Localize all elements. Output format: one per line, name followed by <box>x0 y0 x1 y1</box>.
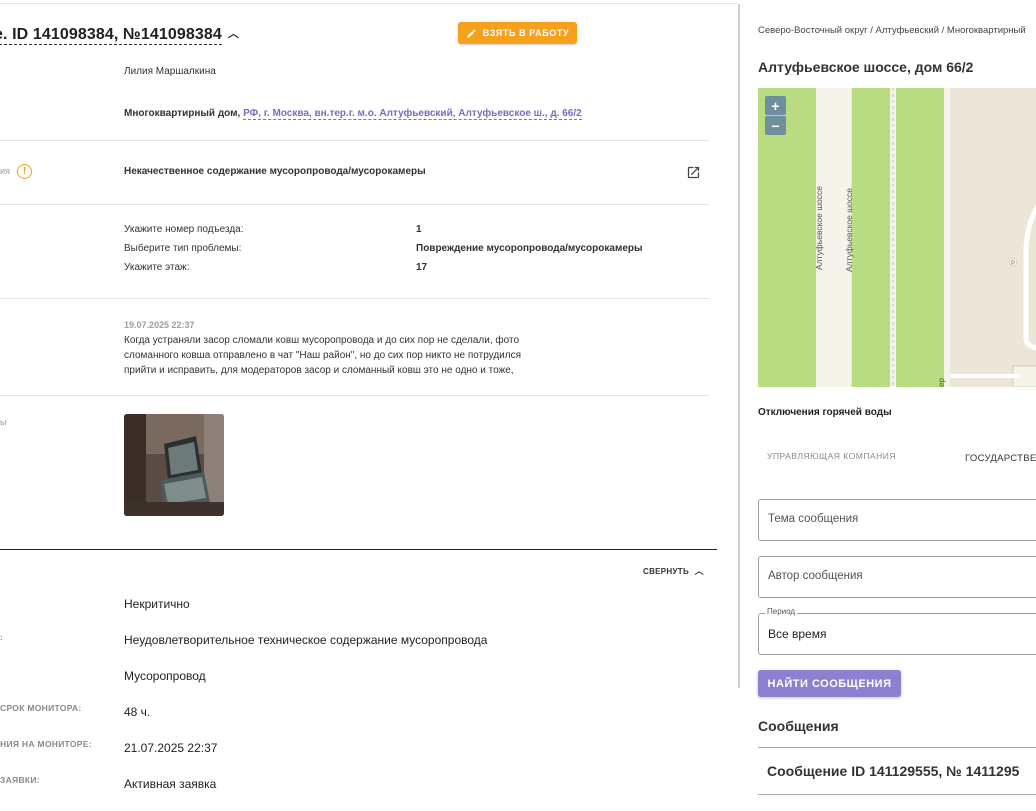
address-link[interactable]: РФ, г. Москва, вн.тер.г. м.о. Алтуфьевск… <box>243 108 582 120</box>
period-label: Период <box>765 607 798 616</box>
divider <box>0 298 709 299</box>
field-label-reason: : <box>0 632 4 642</box>
pencil-icon <box>467 28 476 38</box>
field-value-status: Активная заявка <box>124 777 217 791</box>
zoom-out-button[interactable]: − <box>765 116 786 135</box>
author-name: Лилия Маршалкина <box>124 66 216 77</box>
top-border <box>0 3 738 4</box>
divider <box>758 794 1036 795</box>
detail-value-floor: 17 <box>416 262 428 273</box>
collapse-label: СВЕРНУТЬ <box>643 567 690 576</box>
messages-heading: Сообщения <box>758 718 839 734</box>
tab-state[interactable]: ГОСУДАРСТВЕ <box>965 453 1036 464</box>
field-label-status: ЗАЯВКИ: <box>0 775 40 785</box>
detail-label-floor: Укажите этаж: <box>124 262 190 273</box>
divider <box>0 204 709 205</box>
map[interactable]: P Алтуфьевское шоссе Алтуфьевское шоссе … <box>758 88 1036 387</box>
map-poi-label: P <box>1011 261 1015 267</box>
message-subject-field[interactable]: Тема сообщения <box>758 499 1036 541</box>
breadcrumb[interactable]: Северо-Восточный округ / Алтуфьевский / … <box>758 25 1026 36</box>
section-divider <box>0 549 717 550</box>
category-label: ия <box>0 166 10 176</box>
hot-water-outages-heading: Отключения горячей воды <box>758 407 892 418</box>
address-line: Многоквартирный дом, РФ, г. Москва, вн.т… <box>124 108 582 120</box>
message-author-placeholder: Автор сообщения <box>768 570 863 582</box>
message-subject-placeholder: Тема сообщения <box>768 513 859 525</box>
take-to-work-label: ВЗЯТЬ В РАБОТУ <box>482 28 570 38</box>
comment-date: 19.07.2025 22:37 <box>124 320 195 330</box>
take-to-work-button[interactable]: ВЗЯТЬ В РАБОТУ <box>458 22 577 44</box>
detail-value-problem-type: Повреждение мусоропровода/мусорокамеры <box>416 243 643 254</box>
ticket-panel: e. ID 141098384, №141098384 ︿ ВЗЯТЬ В РАБ… <box>0 0 738 811</box>
map-partial-label: ер <box>937 378 946 387</box>
find-messages-button[interactable]: НАЙТИ СООБЩЕНИЯ <box>758 670 901 697</box>
divider <box>758 747 1036 748</box>
attached-photo[interactable] <box>124 414 224 516</box>
divider <box>0 140 709 141</box>
period-value: Все время <box>768 627 827 641</box>
field-label-monitor-date: НИЯ НА МОНИТОРЕ: <box>0 739 92 749</box>
open-external-icon[interactable] <box>686 165 701 180</box>
map-street-label-1: Алтуфьевское шоссе <box>814 186 824 270</box>
side-panel: Северо-Восточный округ / Алтуфьевский / … <box>740 0 1036 811</box>
field-value-criticality: Некритично <box>124 597 190 611</box>
field-value-monitor-term: 48 ч. <box>124 705 151 719</box>
message-list-item[interactable]: Сообщение ID 141129555, № 1411295 <box>767 763 1019 779</box>
map-canvas[interactable]: P Алтуфьевское шоссе Алтуфьевское шоссе … <box>758 88 1036 387</box>
detail-label-problem-type: Выберите тип проблемы: <box>124 243 242 254</box>
ticket-title[interactable]: e. ID 141098384, №141098384 ︿ <box>0 25 239 45</box>
warning-icon: ! <box>17 164 32 179</box>
field-value-reason: Неудовлетворительное техническое содержа… <box>124 633 488 647</box>
address-prefix: Многоквартирный дом, <box>124 108 241 119</box>
collapse-button[interactable]: СВЕРНУТЬ ︿ <box>643 564 704 577</box>
detail-value-entrance: 1 <box>416 224 422 235</box>
message-author-field[interactable]: Автор сообщения <box>758 556 1036 598</box>
chevron-up-icon: ︿ <box>694 566 704 576</box>
chevron-up-icon[interactable]: ︿ <box>228 28 239 40</box>
ticket-title-text[interactable]: e. ID 141098384, №141098384 <box>0 26 222 45</box>
comment-text: Когда устраняли засор сломали ковш мусор… <box>124 335 521 376</box>
field-value-monitor-date: 21.07.2025 22:37 <box>124 741 218 755</box>
tab-management-company[interactable]: УПРАВЛЯЮЩАЯ КОМПАНИЯ <box>767 451 896 461</box>
divider <box>0 395 709 396</box>
zoom-in-button[interactable]: + <box>765 96 786 115</box>
photo-thumbnail <box>124 414 224 516</box>
category-value: Некачественное содержание мусоропровода/… <box>124 166 426 177</box>
photo-label: ы <box>0 417 7 427</box>
detail-label-entrance: Укажите номер подъезда: <box>124 224 244 235</box>
field-label-monitor-term: СРОК МОНИТОРА: <box>0 703 82 713</box>
field-value-object: Мусоропровод <box>124 669 206 683</box>
map-street-label-2: Алтуфьевское шоссе <box>844 188 854 272</box>
period-select[interactable]: Период Все время <box>758 607 1036 655</box>
building-address-title: Алтуфьевское шоссе, дом 66/2 <box>758 59 974 75</box>
